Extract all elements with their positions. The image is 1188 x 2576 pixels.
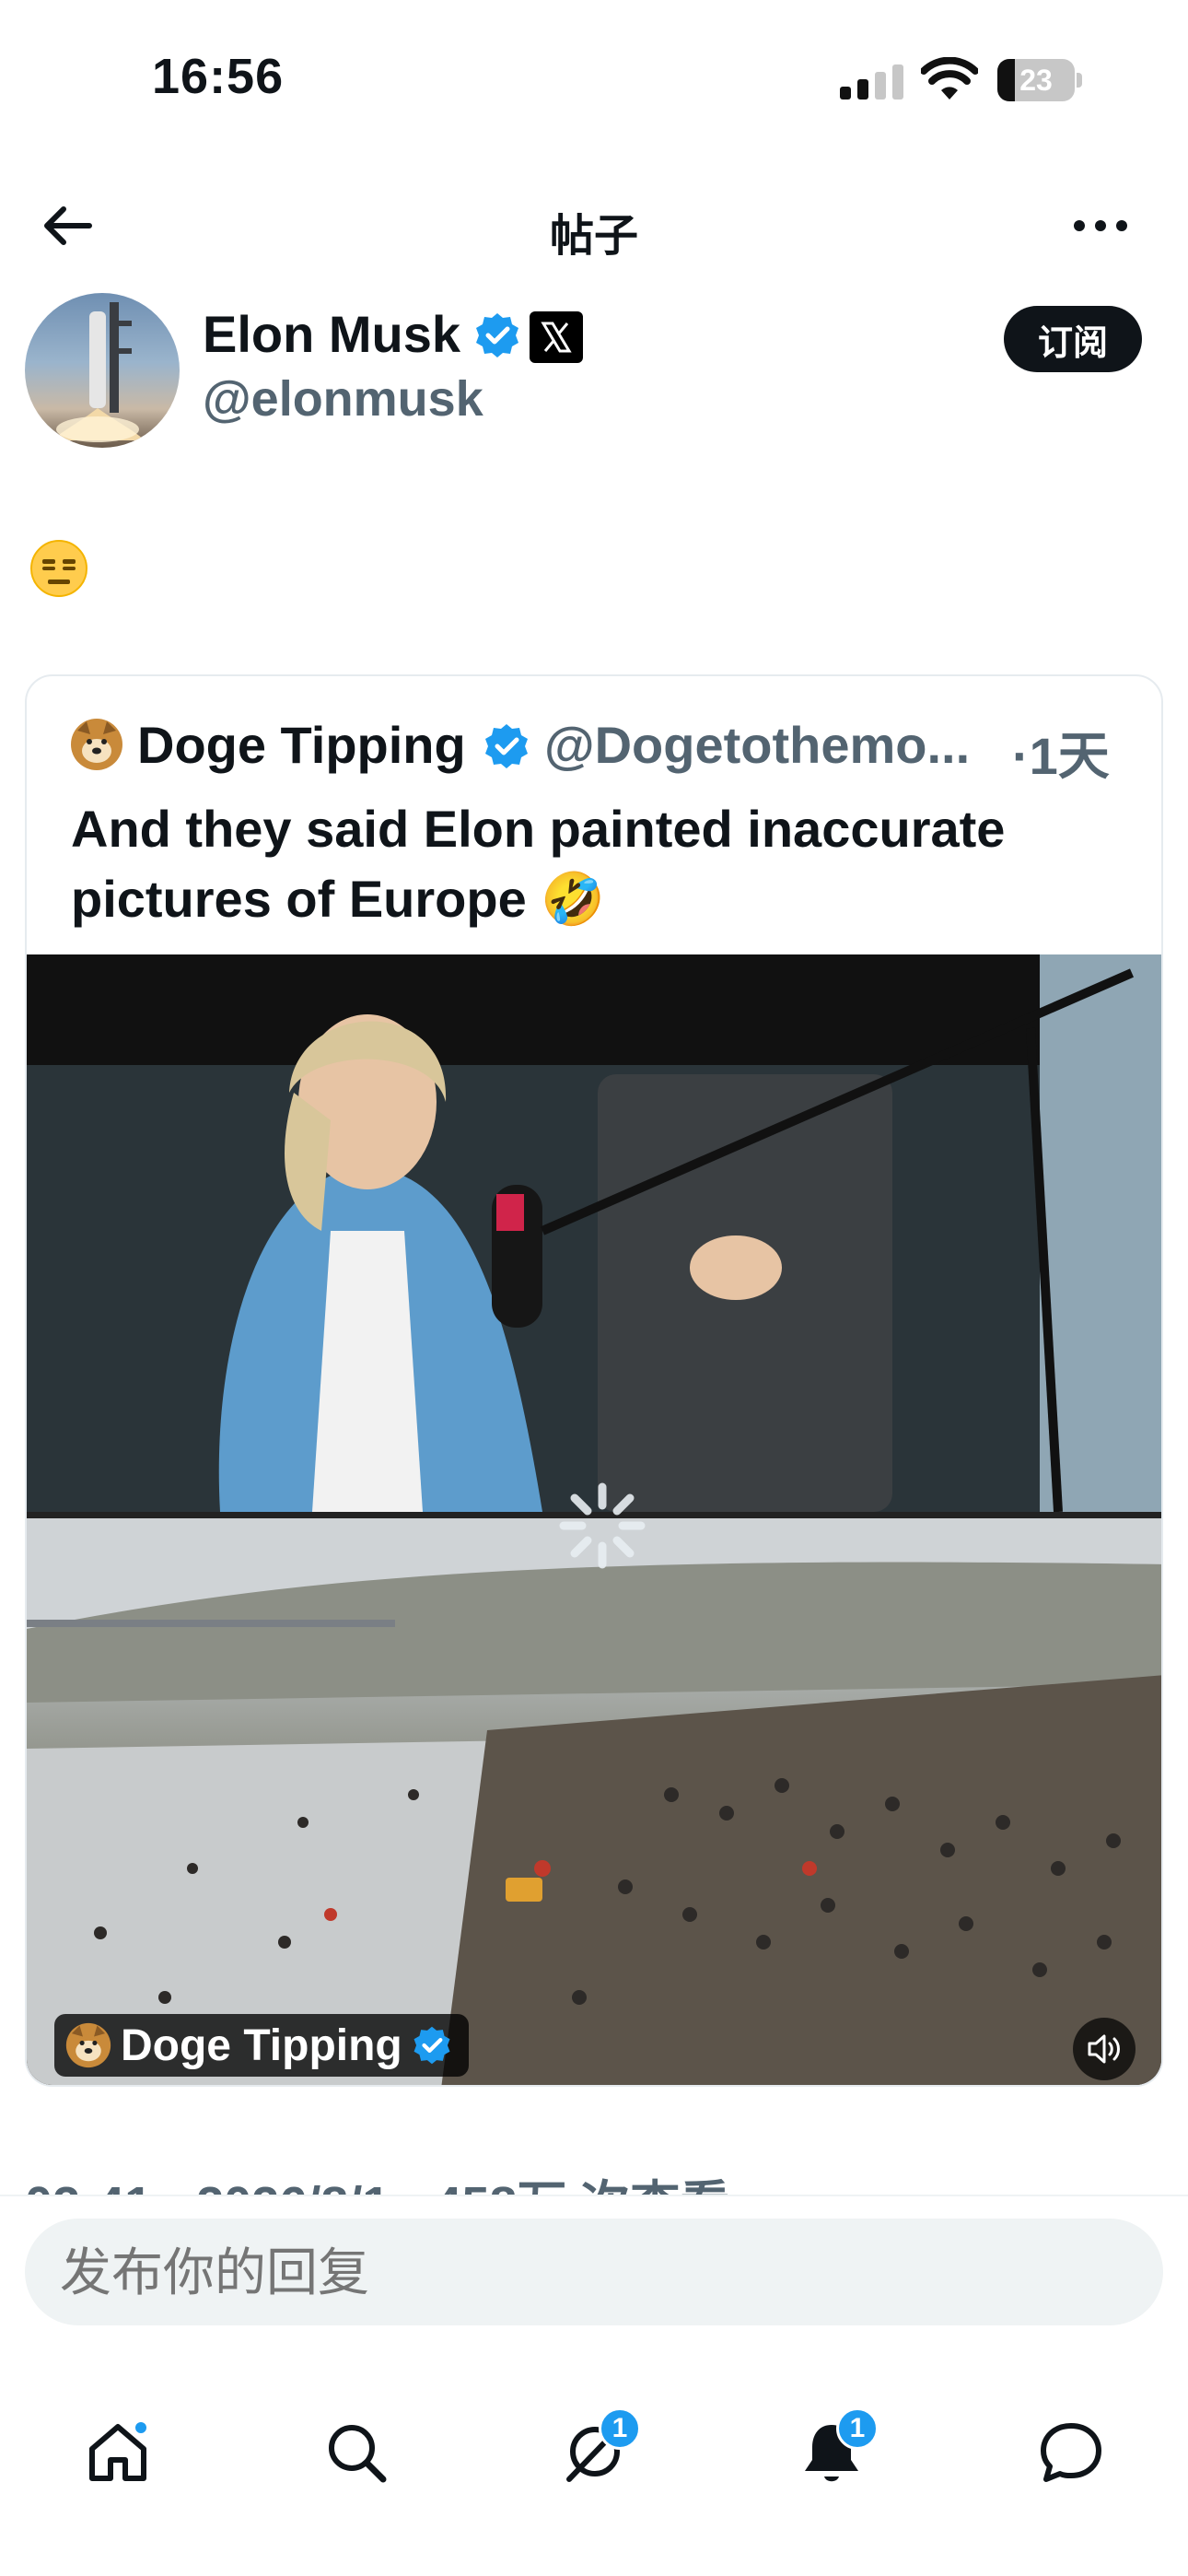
more-options-button[interactable]	[1064, 197, 1137, 254]
chat-bubble-icon	[1041, 2423, 1101, 2482]
loading-spinner-icon	[559, 1482, 646, 1569]
search-icon	[329, 2425, 387, 2483]
reply-composer	[0, 2195, 1188, 2356]
battery-icon: 23	[997, 59, 1082, 101]
status-time: 16:56	[152, 49, 285, 104]
video-frame-interview	[27, 954, 1161, 1513]
cellular-signal-icon	[840, 64, 903, 100]
tab-notifications[interactable]: 1	[790, 2407, 879, 2494]
tab-search[interactable]	[315, 2411, 398, 2494]
quoted-post-text: And they said Elon painted inaccurate pi…	[71, 800, 1006, 928]
expressionless-face-emoji	[30, 540, 87, 597]
status-bar: 16:56 23	[0, 0, 1188, 157]
verified-badge-icon	[413, 2026, 450, 2065]
quoted-author-handle: @Dogetothemo...	[544, 716, 971, 774]
home-unread-dot	[134, 2420, 148, 2435]
quoted-post-time: ·1天	[1012, 715, 1110, 790]
author-name[interactable]: Elon Musk	[203, 304, 460, 364]
tab-messages[interactable]	[1030, 2411, 1112, 2494]
doge-avatar-icon	[65, 2022, 111, 2068]
verified-badge-icon	[485, 724, 528, 768]
quoted-post-card[interactable]: Doge Tipping @Dogetothemo... ·1天 And the…	[25, 674, 1163, 2087]
nav-header: 帖子	[0, 175, 1188, 276]
video-source-label: Doge Tipping	[54, 2014, 469, 2077]
video-player[interactable]: Doge Tipping	[27, 954, 1161, 2085]
wifi-icon	[921, 57, 978, 100]
rocket-launch-image	[52, 302, 145, 442]
x-affiliate-badge-icon	[530, 311, 583, 363]
speaker-icon	[1088, 2034, 1120, 2064]
tab-home[interactable]	[76, 2411, 159, 2494]
video-frame-beach	[27, 1518, 1161, 2085]
bottom-tab-bar: 1 1	[0, 2356, 1188, 2576]
notifications-badge: 1	[836, 2407, 879, 2450]
volume-button[interactable]	[1073, 2018, 1136, 2080]
verified-badge-icon	[476, 313, 518, 357]
video-source-name: Doge Tipping	[121, 2020, 402, 2070]
tab-grok[interactable]: 1	[553, 2407, 641, 2494]
author-handle[interactable]: @elonmusk	[203, 370, 483, 427]
page-title: 帖子	[549, 212, 638, 261]
reply-input[interactable]	[25, 2219, 1163, 2325]
author-avatar[interactable]	[25, 293, 180, 448]
more-dots-icon	[1074, 220, 1127, 231]
quoted-post-age: 1天	[1029, 727, 1110, 785]
subscribe-button[interactable]: 订阅	[1004, 306, 1142, 372]
battery-percent: 23	[1019, 64, 1053, 97]
doge-avatar-icon	[71, 719, 122, 770]
quoted-author-name: Doge Tipping	[137, 716, 466, 774]
grok-badge: 1	[599, 2407, 641, 2450]
time-separator: ·	[1012, 727, 1030, 785]
